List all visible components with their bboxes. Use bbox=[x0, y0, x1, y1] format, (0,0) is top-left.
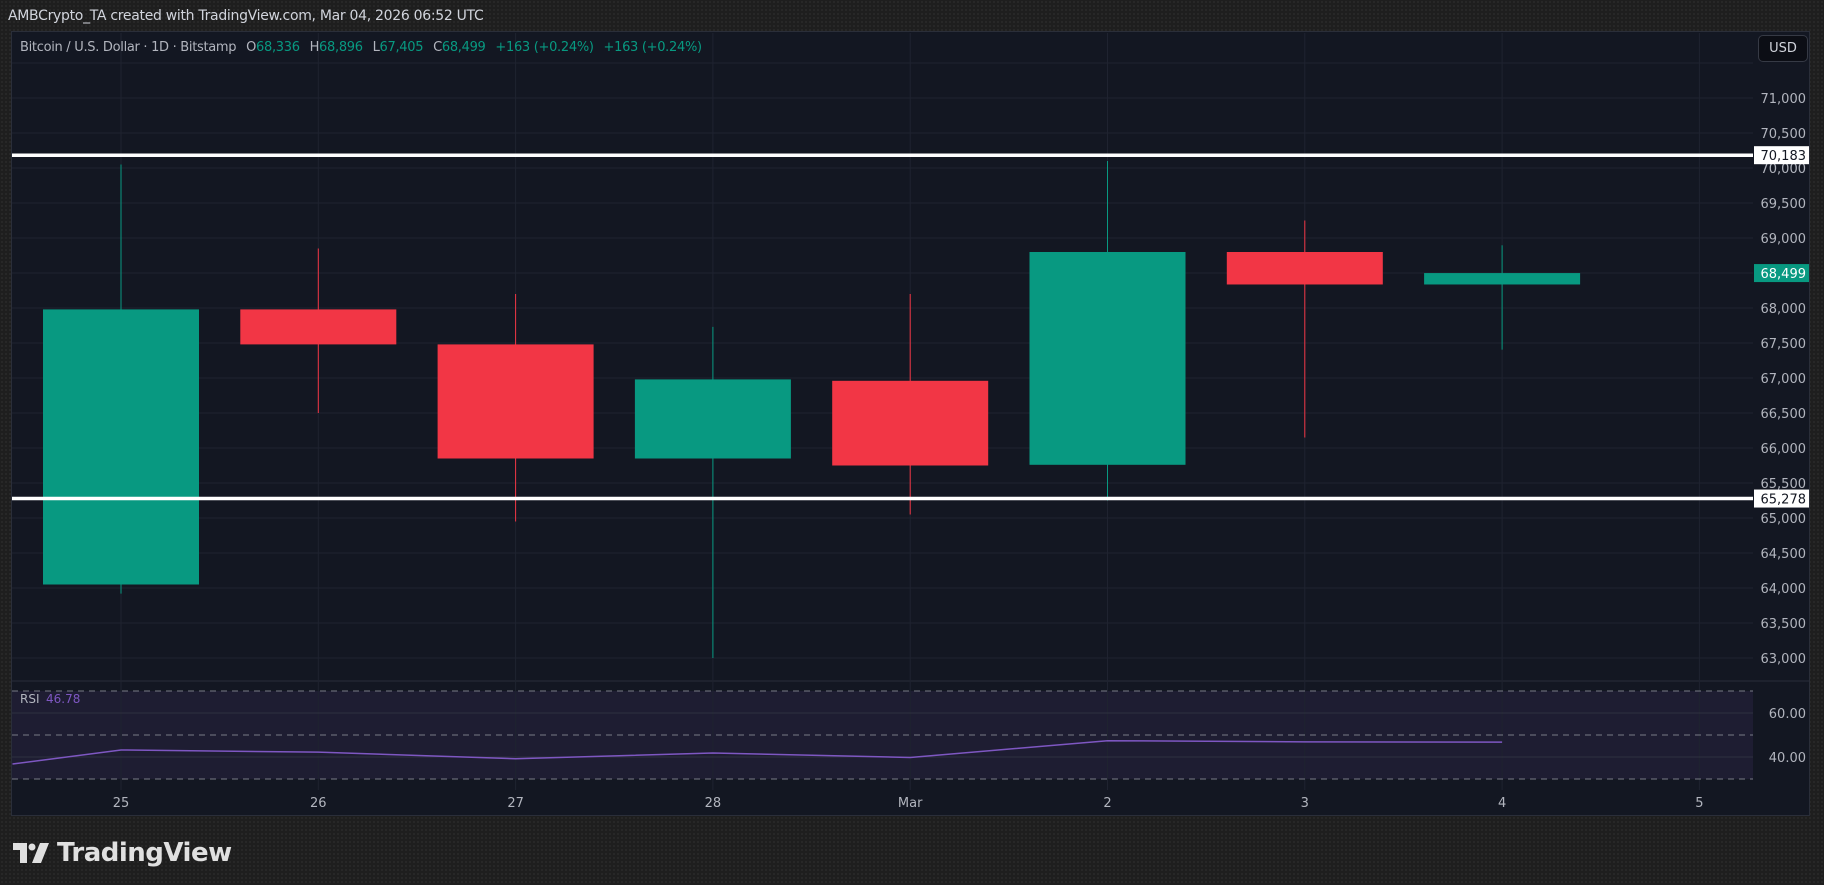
price-tick-label: 66,000 bbox=[1761, 442, 1807, 457]
candle-down bbox=[1226, 220, 1383, 438]
price-tick-label: 64,500 bbox=[1761, 547, 1807, 562]
change-value-2: +163 (+0.24%) bbox=[603, 40, 703, 55]
brand-name: TradingView bbox=[57, 838, 232, 868]
price-tick-label: 69,000 bbox=[1761, 232, 1807, 247]
price-tick-label: 71,000 bbox=[1761, 92, 1807, 107]
price-tick-label: 70,500 bbox=[1761, 127, 1807, 142]
price-tick-label: 66,500 bbox=[1761, 407, 1807, 422]
candle-down bbox=[832, 294, 989, 515]
price-tick-label: 69,500 bbox=[1761, 197, 1807, 212]
tradingview-logo-icon bbox=[13, 843, 49, 863]
rsi-tick-label: 60.00 bbox=[1769, 707, 1806, 722]
candle-body bbox=[1226, 252, 1383, 285]
high-value: 68,896 bbox=[319, 40, 363, 55]
open-value: 68,336 bbox=[256, 40, 300, 55]
time-tick-label: 4 bbox=[1498, 796, 1506, 811]
low-value: 67,405 bbox=[379, 40, 424, 55]
rsi-label: RSI bbox=[20, 692, 40, 706]
high-label: H bbox=[309, 40, 320, 55]
time-tick-label: 3 bbox=[1301, 796, 1309, 811]
time-tick-label: 28 bbox=[705, 796, 722, 811]
tradingview-logo[interactable]: TradingView bbox=[13, 838, 232, 868]
price-tick-label: 63,000 bbox=[1761, 652, 1807, 667]
time-tick-label: 25 bbox=[113, 796, 130, 811]
candle-body bbox=[1424, 273, 1581, 285]
candle-up bbox=[1029, 161, 1186, 501]
candle-body bbox=[1029, 252, 1186, 465]
close-label: C bbox=[433, 40, 442, 55]
symbol-title[interactable]: Bitcoin / U.S. Dollar · 1D · Bitstamp bbox=[20, 40, 237, 55]
time-tick-label: 2 bbox=[1103, 796, 1111, 811]
candle-body bbox=[240, 309, 397, 345]
candle-down bbox=[437, 294, 594, 522]
last-price-label: 68,499 bbox=[1761, 267, 1807, 282]
price-tick-label: 70,000 bbox=[1761, 162, 1807, 177]
candle-body bbox=[832, 380, 989, 466]
time-tick-label: Mar bbox=[898, 796, 923, 811]
chart-canvas[interactable]: 63,00063,50064,00064,50065,00065,50066,0… bbox=[0, 0, 1824, 885]
time-tick-label: 5 bbox=[1695, 796, 1703, 811]
level-price-label: 65,278 bbox=[1761, 493, 1807, 508]
candle-up bbox=[1424, 245, 1581, 350]
price-tick-label: 65,000 bbox=[1761, 512, 1807, 527]
change-value: +163 (+0.24%) bbox=[495, 40, 594, 55]
candle-up bbox=[43, 164, 199, 594]
price-tick-label: 67,000 bbox=[1761, 372, 1807, 387]
price-tick-label: 68,000 bbox=[1761, 302, 1807, 317]
candle-up bbox=[634, 326, 791, 658]
candle-body bbox=[437, 344, 594, 459]
rsi-tick-label: 40.00 bbox=[1769, 751, 1806, 766]
currency-button[interactable]: USD bbox=[1758, 35, 1808, 62]
price-tick-label: 64,000 bbox=[1761, 582, 1807, 597]
candle-body bbox=[634, 379, 791, 459]
open-label: O bbox=[246, 40, 257, 55]
price-tick-label: 67,500 bbox=[1761, 337, 1807, 352]
rsi-value: 46.78 bbox=[46, 692, 80, 706]
low-label: L bbox=[372, 40, 380, 55]
candle-body bbox=[43, 309, 199, 585]
time-tick-label: 27 bbox=[507, 796, 524, 811]
symbol-legend: Bitcoin / U.S. Dollar · 1D · Bitstamp O6… bbox=[20, 40, 702, 55]
time-tick-label: 26 bbox=[310, 796, 327, 811]
level-price-label: 70,183 bbox=[1761, 149, 1807, 164]
close-value: 68,499 bbox=[441, 40, 486, 55]
price-tick-label: 63,500 bbox=[1761, 617, 1807, 632]
